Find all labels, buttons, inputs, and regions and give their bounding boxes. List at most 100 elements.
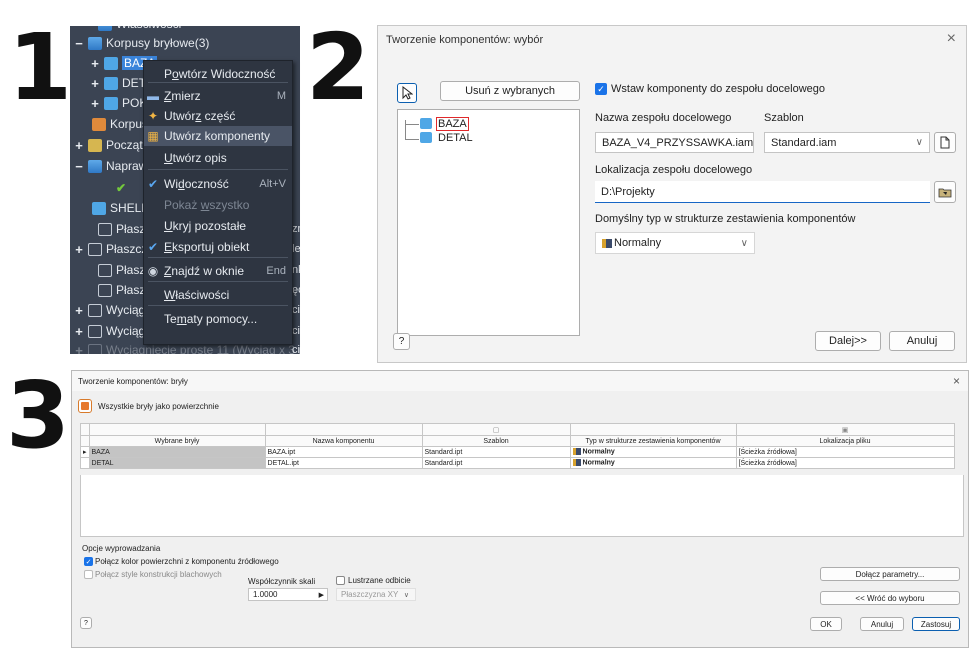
context-menu-item[interactable]: Właściwości — [144, 285, 292, 305]
context-menu-item[interactable]: ◉ Znajdź w oknie End — [144, 261, 292, 281]
context-menu-item[interactable]: ▬ Zmierz M — [144, 86, 292, 106]
tree-item-clipped-label: le — [292, 243, 300, 255]
cube-icon — [92, 201, 106, 215]
body-cell[interactable]: BAZA — [88, 446, 266, 458]
tree-item[interactable]: + Płaszcz — [74, 239, 147, 259]
component-name-cell[interactable]: BAZA.ipt — [264, 446, 423, 458]
browse-folder-button[interactable] — [934, 181, 956, 203]
row-indicator[interactable] — [80, 457, 90, 469]
expand-icon[interactable]: + — [74, 242, 84, 257]
target-assembly-name-input[interactable]: BAZA_V4_PRZYSSAWKA.iam — [595, 132, 754, 153]
tree-item-clipped-label: ci — [292, 325, 300, 337]
expand-icon[interactable]: + — [74, 343, 84, 355]
ok-button[interactable]: OK — [810, 617, 842, 631]
select-tool-button[interactable] — [397, 83, 417, 103]
tree-item-baza[interactable]: BAZA — [420, 117, 469, 131]
context-menu-item[interactable]: Ukryj pozostałe — [144, 216, 292, 236]
menu-separator — [148, 257, 288, 258]
context-menu-item[interactable]: Utwórz opis — [144, 148, 292, 168]
repair-icon — [88, 159, 102, 173]
yellow-icon — [88, 138, 102, 152]
collapse-icon[interactable]: − — [74, 36, 84, 51]
tree-item[interactable]: − Korpusy bryłowe(3) — [74, 33, 209, 53]
tree-item-detal[interactable]: DETAL — [420, 132, 475, 144]
cube-icon — [420, 132, 432, 143]
play-icon[interactable]: ▶ — [319, 591, 324, 599]
tree-item-clipped-label: ci — [292, 344, 300, 354]
expand-icon[interactable]: + — [90, 56, 100, 71]
tree-item[interactable]: + Wyciąg — [74, 300, 145, 320]
apply-button[interactable]: Zastosuj — [912, 617, 960, 631]
help-button[interactable]: ? — [393, 333, 410, 350]
scale-factor-input[interactable]: 1.0000 ▶ — [248, 588, 328, 601]
tree-item-clipped-label: zn — [292, 223, 300, 235]
table-row[interactable]: ▸ BAZA BAZA.ipt Standard.ipt Normalny [Ścieżk… — [80, 446, 955, 458]
back-to-selection-button[interactable]: << Wróć do wyboru — [820, 591, 960, 605]
bodies-table-empty-area — [80, 475, 964, 537]
folder-browse-icon — [938, 188, 952, 197]
link-styles-label: Połącz style konstrukcji blachowych — [95, 570, 222, 579]
plate-icon — [88, 242, 102, 256]
template-column-button[interactable]: ▢ — [421, 423, 571, 436]
mirror-plane-value: Płaszczyzna XY — [341, 590, 399, 599]
context-menu-item[interactable]: Tematy pomocy... — [144, 309, 292, 329]
mirror-checkbox[interactable] — [336, 576, 345, 585]
expand-icon[interactable]: + — [74, 138, 84, 153]
remove-from-selection-button[interactable]: Usuń z wybranych — [440, 81, 580, 101]
help-icon: ? — [398, 336, 405, 347]
target-location-input[interactable]: D:\Projekty — [595, 181, 930, 203]
context-menu-item[interactable]: ✦ Utwórz część — [144, 106, 292, 126]
template-cell[interactable]: Standard.ipt — [421, 446, 571, 458]
context-menu-label: Ukryj pozostałe — [164, 219, 247, 233]
body-cell[interactable]: DETAL — [88, 457, 266, 469]
step-number-2: 2 — [306, 14, 371, 121]
column-header: Lokalizacja pliku — [735, 435, 955, 447]
cancel-button[interactable]: Anuluj — [860, 617, 904, 631]
context-menu-item[interactable]: ✔ Eksportuj obiekt — [144, 237, 292, 257]
bom-type-cell[interactable]: Normalny — [569, 446, 737, 458]
context-menu-item[interactable]: ▦ Utwórz komponenty — [144, 126, 292, 146]
link-color-checkbox[interactable]: ✓ — [84, 557, 93, 566]
bom-type-cell[interactable]: Normalny — [569, 457, 737, 469]
expand-icon[interactable]: + — [74, 324, 84, 339]
link-styles-checkbox[interactable] — [84, 570, 93, 579]
file-location-cell[interactable]: [Ścieżka źródłowa] — [735, 457, 955, 469]
file-location-cell[interactable]: [Ścieżka źródłowa] — [735, 446, 955, 458]
tree-item-label: BAZA — [436, 117, 469, 131]
expand-icon[interactable]: + — [74, 303, 84, 318]
table-row[interactable]: DETAL DETAL.ipt Standard.ipt Normalny [Ścież… — [80, 457, 955, 469]
close-icon[interactable]: × — [953, 374, 960, 388]
tree-item[interactable]: + Wyciąg — [74, 321, 145, 341]
all-bodies-as-surfaces-button[interactable] — [78, 399, 92, 413]
bom-type-icon — [602, 238, 612, 248]
cancel-button[interactable]: Anuluj — [889, 331, 955, 351]
close-icon[interactable]: × — [947, 30, 956, 48]
context-menu-item[interactable]: ✔ Widoczność Alt+V — [144, 174, 292, 194]
chevron-down-icon: ∨ — [403, 591, 409, 599]
template-value: Standard.iam — [771, 136, 837, 149]
expand-icon[interactable]: + — [90, 76, 100, 91]
tree-item[interactable]: ✔ — [100, 177, 132, 197]
help-button[interactable]: ? — [80, 617, 92, 629]
next-button[interactable]: Dalej>> — [815, 331, 881, 351]
collapse-icon[interactable]: − — [74, 159, 84, 174]
shortcut-label: Alt+V — [259, 178, 286, 190]
folder-icon — [88, 36, 102, 50]
location-column-button[interactable]: ▣ — [735, 423, 955, 436]
insert-components-checkbox[interactable]: ✓ — [595, 83, 607, 95]
row-indicator[interactable]: ▸ — [80, 446, 90, 458]
new-file-button[interactable] — [934, 132, 956, 153]
expand-icon[interactable]: + — [90, 96, 100, 111]
plate-icon — [98, 283, 112, 297]
plate-icon — [88, 343, 102, 354]
checkmark-icon: ✔ — [147, 177, 159, 191]
chevron-down-icon: ∨ — [915, 137, 923, 148]
context-menu-item[interactable]: Powtórz Widoczność — [144, 64, 292, 84]
component-name-cell[interactable]: DETAL.ipt — [264, 457, 423, 469]
mirror-plane-dropdown[interactable]: Płaszczyzna XY ∨ — [336, 588, 416, 601]
bom-type-dropdown[interactable]: Normalny ∨ — [595, 232, 755, 254]
template-cell[interactable]: Standard.ipt — [421, 457, 571, 469]
template-dropdown[interactable]: Standard.iam ∨ — [764, 132, 930, 153]
link-parameters-button[interactable]: Dołącz parametry... — [820, 567, 960, 581]
link-color-label: Połącz kolor powierzchni z komponentu źr… — [95, 557, 279, 566]
